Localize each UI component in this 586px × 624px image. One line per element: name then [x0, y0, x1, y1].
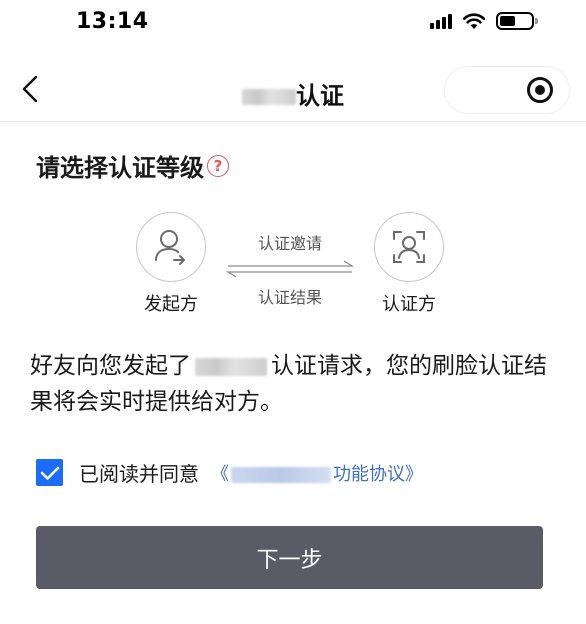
agreement-link-open: 《	[211, 463, 229, 485]
section-title-text: 请选择认证等级	[36, 154, 204, 182]
description-prefix: 好友向您发起了	[30, 353, 191, 379]
section-title: 请选择认证等级 ?	[36, 148, 229, 183]
status-bar: 13:14	[0, 0, 586, 50]
auth-flow-diagram: 发起方 认证邀请 认证结果 认证方	[0, 212, 586, 322]
help-icon[interactable]: ?	[207, 154, 229, 177]
agreement-link-tail: 功能协议》	[333, 463, 423, 485]
initiator-avatar-icon	[136, 212, 206, 282]
mini-program-capsule	[444, 66, 570, 114]
redacted-name	[242, 89, 296, 105]
initiator-party: 发起方	[126, 212, 216, 316]
result-label: 认证结果	[257, 288, 322, 307]
next-step-button[interactable]: 下一步	[36, 526, 543, 589]
double-arrow-icon	[225, 260, 355, 278]
nav-bar: 认证	[0, 58, 586, 122]
redacted-app-name	[195, 357, 267, 376]
verifier-label: 认证方	[382, 294, 436, 315]
checkmark-icon	[40, 466, 59, 480]
agreement-row: 已阅读并同意 《 功能协议》	[36, 458, 423, 487]
status-icons	[430, 12, 538, 30]
invite-label: 认证邀请	[257, 234, 322, 253]
initiator-label: 发起方	[144, 294, 198, 315]
wifi-icon	[462, 13, 486, 29]
flow-arrows: 认证邀请 认证结果	[225, 230, 355, 308]
verifier-face-scan-icon	[374, 212, 444, 282]
status-time: 13:14	[76, 9, 149, 34]
agree-text[interactable]: 已阅读并同意	[79, 458, 199, 487]
agree-checkbox[interactable]	[36, 459, 63, 486]
agreement-link[interactable]: 《 功能协议》	[211, 460, 423, 486]
verifier-party: 认证方	[364, 212, 454, 316]
request-description: 好友向您发起了 认证请求，您的刷脸认证结果将会实时提供给对方。	[30, 348, 550, 420]
redacted-agreement-name	[231, 466, 331, 483]
battery-icon	[496, 12, 538, 30]
page-title-text: 认证	[296, 82, 344, 110]
record-icon[interactable]	[527, 77, 553, 103]
signal-icon	[430, 13, 452, 29]
